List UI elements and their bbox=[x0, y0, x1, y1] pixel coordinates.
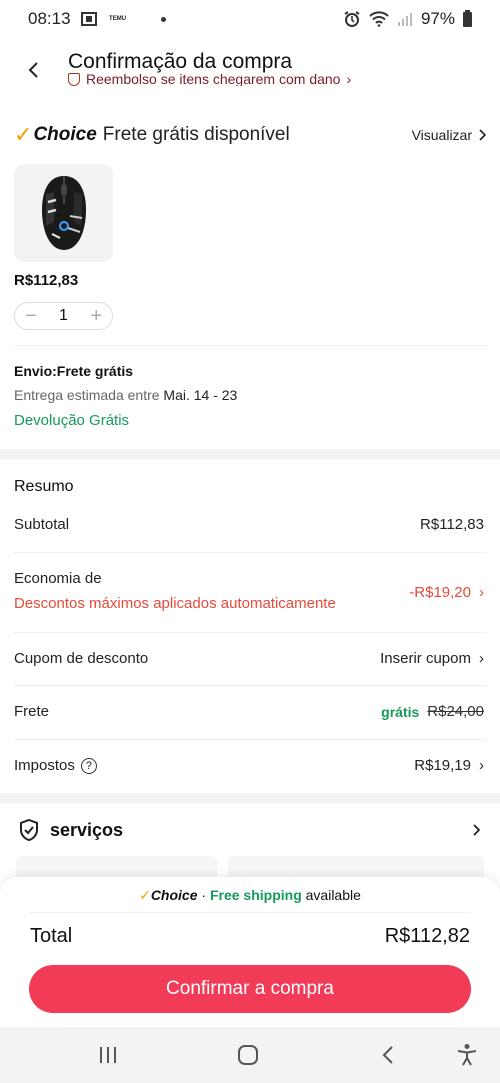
divider bbox=[14, 632, 486, 633]
chevron-right-icon: › bbox=[479, 584, 484, 601]
freight-free-badge: grátis bbox=[381, 703, 420, 720]
summary-title: Resumo bbox=[14, 478, 74, 495]
notification-dot-icon bbox=[160, 16, 166, 22]
recent-apps-icon bbox=[100, 1047, 116, 1063]
chevron-left-icon bbox=[28, 62, 38, 78]
freight-label: Frete bbox=[14, 703, 50, 720]
taxes-row[interactable]: Impostos ? R$19,19 › bbox=[14, 757, 484, 774]
status-time: 08:13 bbox=[28, 9, 71, 28]
chevron-right-icon: › bbox=[346, 72, 352, 86]
section-divider bbox=[0, 793, 500, 803]
increase-quantity-button[interactable]: + bbox=[90, 306, 102, 326]
freight-row: Frete grátis R$24,00 bbox=[14, 703, 484, 720]
separator-dot: · bbox=[197, 887, 210, 903]
battery-icon bbox=[463, 9, 472, 27]
accessibility-button[interactable] bbox=[452, 1043, 482, 1067]
home-icon bbox=[238, 1045, 258, 1065]
free-shipping-text: Free shipping bbox=[209, 887, 302, 903]
choice-free-shipping-banner: ✓Choice · Free shipping available bbox=[0, 887, 500, 904]
savings-row[interactable]: Economia de Descontos máximos aplicados … bbox=[14, 570, 484, 612]
shipping-title: Envio:Frete grátis bbox=[14, 363, 134, 379]
delivery-estimate: Entrega estimada entre Mai. 14 - 23 bbox=[14, 387, 237, 403]
services-row[interactable]: serviços bbox=[18, 818, 480, 842]
quantity-value: 1 bbox=[59, 307, 68, 324]
recent-apps-button[interactable] bbox=[93, 1043, 123, 1067]
savings-note: Descontos máximos aplicados automaticame… bbox=[14, 595, 336, 612]
home-button[interactable] bbox=[233, 1043, 263, 1067]
divider bbox=[14, 739, 486, 740]
choice-logo: ✓ Choice bbox=[14, 122, 97, 147]
available-text: available bbox=[301, 887, 361, 903]
product-image[interactable] bbox=[14, 164, 113, 262]
savings-value: -R$19,20 bbox=[409, 584, 471, 601]
insert-coupon-link[interactable]: Inserir cupom bbox=[380, 650, 471, 667]
coupon-row[interactable]: Cupom de desconto Inserir cupom › bbox=[14, 650, 484, 667]
total-row: Total R$112,82 bbox=[30, 925, 470, 948]
subtotal-value: R$112,83 bbox=[420, 516, 484, 533]
subtotal-row: Subtotal R$112,83 bbox=[14, 516, 484, 533]
alarm-icon bbox=[344, 11, 360, 27]
total-label: Total bbox=[30, 925, 73, 947]
confirm-purchase-button[interactable]: Confirmar a compra bbox=[29, 965, 471, 1013]
divider bbox=[30, 912, 470, 913]
chevron-right-icon bbox=[479, 129, 486, 141]
refund-banner-text: Reembolso se itens chegarem com dano bbox=[86, 72, 341, 86]
accessibility-icon bbox=[457, 1044, 477, 1066]
battery-percent: 97% bbox=[420, 9, 455, 28]
delivery-date-range: Mai. 14 - 23 bbox=[163, 387, 238, 403]
divider bbox=[14, 552, 486, 553]
shield-icon bbox=[68, 72, 80, 86]
view-label: Visualizar bbox=[411, 127, 472, 143]
coupon-label: Cupom de desconto bbox=[14, 650, 149, 667]
divider bbox=[14, 345, 486, 346]
taxes-label: Impostos bbox=[14, 757, 75, 774]
page-title: Confirmação da compra bbox=[68, 50, 293, 73]
product-price: R$112,83 bbox=[14, 272, 79, 289]
choice-free-shipping-text: Frete grátis disponível bbox=[102, 124, 290, 145]
savings-label: Economia de bbox=[14, 570, 102, 587]
check-icon: ✓ bbox=[14, 122, 33, 147]
chevron-right-icon: › bbox=[479, 650, 484, 667]
services-title: serviços bbox=[50, 819, 124, 840]
freight-original-price: R$24,00 bbox=[427, 703, 484, 720]
divider bbox=[14, 685, 486, 686]
chevron-right-icon: › bbox=[479, 757, 484, 774]
free-returns-link[interactable]: Devolução Grátis bbox=[14, 412, 129, 429]
check-icon: ✓ bbox=[139, 887, 151, 903]
chevron-right-icon bbox=[473, 824, 480, 836]
signal-icon bbox=[397, 13, 412, 26]
back-icon bbox=[382, 1046, 393, 1064]
system-navigation-bar bbox=[0, 1027, 500, 1083]
temu-notification-icon: TEMU bbox=[109, 16, 127, 22]
section-divider bbox=[0, 449, 500, 459]
gaming-mouse-image bbox=[41, 176, 86, 250]
checkout-bottom-sheet: ✓Choice · Free shipping available Total … bbox=[0, 877, 500, 1027]
wifi-icon bbox=[369, 11, 389, 27]
delivery-estimate-label: Entrega estimada entre bbox=[14, 387, 160, 403]
back-nav-button[interactable] bbox=[373, 1043, 403, 1067]
choice-logo: Choice bbox=[150, 887, 198, 903]
page-header: Confirmação da compra Reembolso se itens… bbox=[0, 40, 500, 110]
decrease-quantity-button[interactable]: − bbox=[25, 306, 37, 326]
shield-check-icon bbox=[20, 818, 38, 842]
quantity-stepper: − 1 + bbox=[14, 302, 113, 330]
subtotal-label: Subtotal bbox=[14, 516, 70, 533]
taxes-value: R$19,19 bbox=[414, 757, 471, 774]
refund-banner[interactable]: Reembolso se itens chegarem com dano › bbox=[68, 72, 351, 86]
screenshot-icon bbox=[80, 12, 97, 26]
help-icon[interactable]: ? bbox=[80, 757, 97, 774]
total-value: R$112,82 bbox=[384, 925, 470, 947]
view-button[interactable]: Visualizar bbox=[412, 127, 486, 143]
status-bar: 08:13 TEMU 97% bbox=[0, 0, 500, 38]
back-button[interactable] bbox=[22, 58, 46, 82]
choice-free-shipping-row: ✓ Choice Frete grátis disponível Visualiz… bbox=[14, 120, 486, 150]
